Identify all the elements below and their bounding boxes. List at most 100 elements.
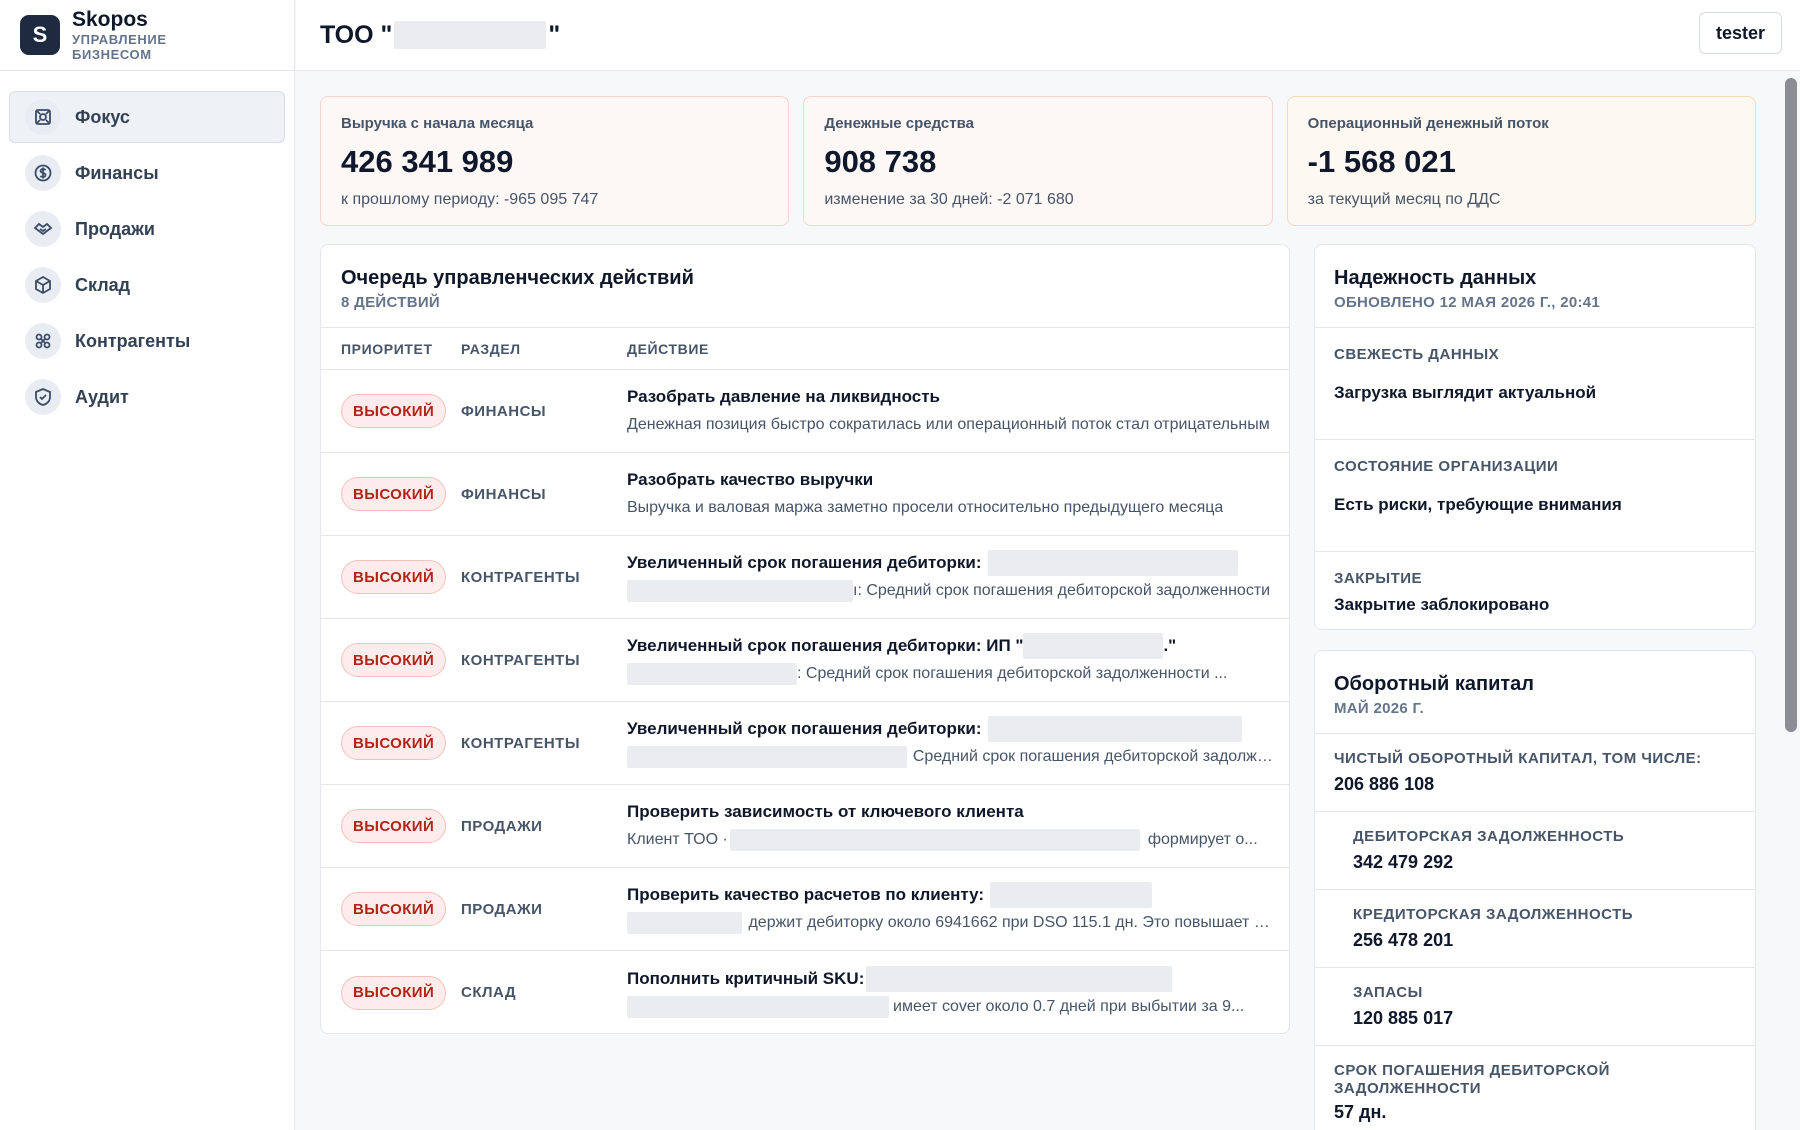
table-row[interactable]: ВЫСОКИЙ ФИНАНСЫ Разобрать давление на ли…	[321, 370, 1289, 453]
wc-value: 57 дн.	[1334, 1102, 1387, 1122]
kpi-subtext: изменение за 30 дней: -2 071 680	[824, 191, 1074, 208]
priority-badge: ВЫСОКИЙ	[341, 477, 447, 511]
kpi-row: Выручка с начала месяца 426 341 989 к пр…	[320, 96, 1756, 226]
sidebar-item-focus[interactable]: Фокус	[9, 91, 285, 143]
action-title[interactable]: Разобрать давление на ликвидность	[627, 384, 1275, 410]
wc-value: 256 478 201	[1353, 930, 1454, 950]
priority-badge: ВЫСОКИЙ	[341, 726, 447, 760]
priority-badge: ВЫСОКИЙ	[341, 809, 447, 843]
action-title[interactable]: Проверить зависимость от ключевого клиен…	[627, 799, 1275, 825]
redacted-text	[627, 580, 853, 602]
redacted-company-name	[394, 21, 547, 49]
section-label: КОНТРАГЕНТЫ	[461, 568, 581, 586]
kpi-card-operating-cashflow[interactable]: Операционный денежный поток -1 568 021 з…	[1286, 96, 1756, 226]
table-row[interactable]: ВЫСОКИЙ ПРОДАЖИ Проверить зависимость от…	[321, 785, 1289, 868]
net-working-capital: ЧИСТЫЙ ОБОРОТНЫЙ КАПИТАЛ, ТОМ ЧИСЛЕ: 206…	[1315, 734, 1755, 812]
main-scrollbar[interactable]	[1782, 72, 1800, 1130]
wc-label: ДЕБИТОРСКАЯ ЗАДОЛЖЕННОСТЬ	[1353, 828, 1625, 845]
sidebar-item-label: Фокус	[75, 106, 130, 127]
sidebar-item-counterparties[interactable]: Контрагенты	[9, 315, 285, 367]
wc-label: СРОК ПОГАШЕНИЯ ДЕБИТОРСКОЙ ЗАДОЛЖЕННОСТИ	[1334, 1062, 1610, 1097]
section-label: ФИНАНСЫ	[461, 485, 547, 503]
reliability-value: Есть риски, требующие внимания	[1334, 495, 1622, 514]
table-row[interactable]: ВЫСОКИЙ ФИНАНСЫ Разобрать качество выруч…	[321, 453, 1289, 536]
redacted-text	[627, 995, 889, 1018]
action-queue-title: Очередь управленческих действий	[341, 267, 694, 289]
column-header-action[interactable]: ДЕЙСТВИЕ	[627, 341, 709, 357]
audit-icon	[25, 379, 61, 415]
action-description: формирует о...	[1147, 831, 1258, 848]
action-title[interactable]: Увеличенный срок погашения дебиторки:	[627, 719, 982, 739]
kpi-label: Выручка с начала месяца	[341, 115, 534, 132]
table-row[interactable]: ВЫСОКИЙ ПРОДАЖИ Проверить качество расче…	[321, 868, 1289, 951]
section-label: ПРОДАЖИ	[461, 900, 543, 918]
sidebar-item-warehouse[interactable]: Склад	[9, 259, 285, 311]
section-label: КОНТРАГЕНТЫ	[461, 651, 581, 669]
redacted-text	[987, 550, 1238, 576]
redacted-text	[627, 912, 743, 934]
table-row[interactable]: ВЫСОКИЙ СКЛАД Пополнить критичный SKU: и…	[321, 951, 1289, 1033]
warehouse-icon	[25, 267, 61, 303]
sidebar: S Skopos УПРАВЛЕНИЕ БИЗНЕСОМ Фокус Финан…	[0, 0, 295, 1130]
dso: СРОК ПОГАШЕНИЯ ДЕБИТОРСКОЙ ЗАДОЛЖЕННОСТИ…	[1315, 1046, 1755, 1130]
kpi-label: Операционный денежный поток	[1307, 115, 1549, 132]
sidebar-item-label: Контрагенты	[75, 330, 191, 351]
section-label: ПРОДАЖИ	[461, 817, 543, 835]
kpi-value: -1 568 021	[1307, 144, 1456, 179]
reliability-value: Загрузка выглядит актуальной	[1334, 383, 1597, 402]
priority-badge: ВЫСОКИЙ	[341, 975, 447, 1010]
action-title[interactable]: Разобрать качество выручки	[627, 467, 1275, 493]
redacted-text	[866, 965, 1173, 992]
table-row[interactable]: ВЫСОКИЙ КОНТРАГЕНТЫ Увеличенный срок пог…	[321, 619, 1289, 702]
working-capital-period: МАЙ 2026 Г.	[1334, 700, 1424, 717]
action-title[interactable]: Пополнить критичный SKU:	[627, 969, 864, 989]
brand-name: Skopos	[72, 7, 148, 31]
redacted-text	[627, 663, 797, 685]
top-bar: ТОО " " tester	[296, 0, 1800, 71]
action-description-prefix: Клиент ТОО ·	[627, 831, 728, 848]
kpi-subtext: к прошлому периоду: -965 095 747	[341, 191, 599, 208]
redacted-text	[987, 716, 1242, 742]
brand[interactable]: S Skopos УПРАВЛЕНИЕ БИЗНЕСОМ	[0, 0, 294, 71]
action-description: Выручка и валовая маржа заметно просели …	[627, 499, 1224, 516]
column-header-section[interactable]: РАЗДЕЛ	[461, 341, 627, 357]
sidebar-item-sales[interactable]: Продажи	[9, 203, 285, 255]
kpi-value: 426 341 989	[341, 144, 514, 179]
user-menu-button[interactable]: tester	[1698, 12, 1782, 54]
action-description: Денежная позиция быстро сократилась или …	[627, 416, 1270, 433]
table-header: ПРИОРИТЕТ РАЗДЕЛ ДЕЙСТВИЕ	[321, 328, 1289, 370]
action-description: : Средний срок погашения дебиторской зад…	[797, 665, 1228, 682]
action-title[interactable]: Проверить качество расчетов по клиенту:	[627, 885, 984, 905]
scrollbar-thumb[interactable]	[1785, 78, 1797, 732]
kpi-card-cash[interactable]: Денежные средства 908 738 изменение за 3…	[803, 96, 1273, 226]
action-description: держит дебиторку около 6941662 при DSO 1…	[748, 914, 1275, 931]
sidebar-item-label: Аудит	[75, 386, 129, 407]
redacted-text	[990, 882, 1153, 908]
inventory: ЗАПАСЫ 120 885 017	[1315, 968, 1755, 1046]
company-title: ТОО " "	[320, 21, 560, 50]
table-row[interactable]: ВЫСОКИЙ КОНТРАГЕНТЫ Увеличенный срок пог…	[321, 536, 1289, 619]
sidebar-item-label: Финансы	[75, 162, 159, 183]
action-title[interactable]: Увеличенный срок погашения дебиторки: ИП…	[627, 636, 1023, 656]
sidebar-item-audit[interactable]: Аудит	[9, 371, 285, 423]
brand-subtitle: УПРАВЛЕНИЕ БИЗНЕСОМ	[72, 31, 167, 62]
column-header-priority[interactable]: ПРИОРИТЕТ	[341, 341, 461, 357]
wc-value: 120 885 017	[1353, 1008, 1454, 1028]
action-title[interactable]: Увеличенный срок погашения дебиторки:	[627, 553, 982, 573]
redacted-text	[627, 746, 907, 768]
priority-badge: ВЫСОКИЙ	[341, 394, 447, 428]
redacted-text	[729, 829, 1140, 851]
kpi-label: Денежные средства	[824, 115, 974, 132]
reliability-section-freshness: СВЕЖЕСТЬ ДАННЫХ Загрузка выглядит актуал…	[1315, 328, 1755, 440]
kpi-card-revenue[interactable]: Выручка с начала месяца 426 341 989 к пр…	[320, 96, 790, 226]
action-title-suffix: ."	[1163, 636, 1177, 655]
counterparties-icon	[25, 323, 61, 359]
priority-badge: ВЫСОКИЙ	[341, 892, 447, 926]
sidebar-item-finance[interactable]: Финансы	[9, 147, 285, 199]
kpi-value: 908 738	[824, 144, 937, 179]
reliability-value: Закрытие заблокировано	[1334, 595, 1550, 614]
table-row[interactable]: ВЫСОКИЙ КОНТРАГЕНТЫ Увеличенный срок пог…	[321, 702, 1289, 785]
action-description: ı: Средний срок погашения дебиторской за…	[853, 582, 1271, 599]
action-queue-count: 8 ДЕЙСТВИЙ	[341, 294, 440, 311]
company-suffix: "	[548, 20, 561, 49]
